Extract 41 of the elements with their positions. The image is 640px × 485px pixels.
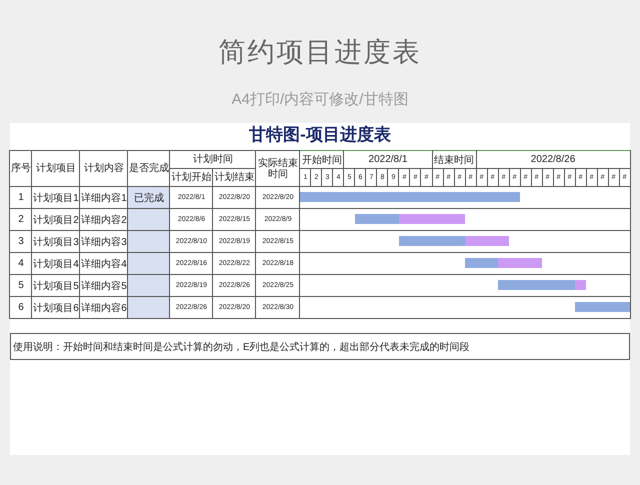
remaining-bar [465, 236, 510, 246]
header-cell: 计划结束 [212, 168, 256, 186]
page-title: 简约项目进度表 [218, 36, 422, 69]
header-cell: 结束时间 [432, 150, 476, 168]
status-cell [128, 252, 170, 274]
header-cell: 序号 [10, 150, 32, 186]
remaining-bar [498, 258, 542, 268]
table-cell: 计划项目5 [32, 274, 80, 296]
status-cell [128, 274, 170, 296]
status-cell [128, 296, 170, 318]
table-cell: 计划项目1 [32, 186, 80, 208]
table-cell: 4 [10, 252, 32, 274]
table-cell: 1 [10, 186, 32, 208]
completed-bar [399, 236, 466, 246]
status-cell [128, 230, 170, 252]
table-cell: 计划项目3 [32, 230, 80, 252]
remaining-bar [575, 280, 586, 290]
header-cell: 2022/8/1 [344, 150, 432, 168]
usage-note: 使用说明：开始时间和结束时间是公式计算的勿动，E列也是公式计算的，超出部分代表未完成的时间段 [10, 333, 630, 360]
remaining-bar [399, 214, 466, 224]
completed-bar [465, 258, 498, 268]
table-cell: 2 [10, 208, 32, 230]
page-subtitle: A4打印/内容可修改/甘特图 [232, 90, 408, 109]
status-cell [128, 208, 170, 230]
header-cell: 计划内容 [80, 150, 128, 186]
table-cell: 计划项目6 [32, 296, 80, 318]
table-cell: 计划项目2 [32, 208, 80, 230]
header-cell: 计划开始 [170, 168, 213, 186]
table-cell: 6 [10, 296, 32, 318]
table-cell: 3 [10, 230, 32, 252]
header-cell: 开始时间 [300, 150, 344, 168]
sheet-title: 甘特图-项目进度表 [249, 124, 391, 146]
table-cell: 计划项目4 [32, 252, 80, 274]
header-cell: 计划项目 [32, 150, 80, 186]
completed-bar [575, 302, 630, 312]
header-cell: 计划时间 [170, 150, 256, 168]
header-cell: 实际结束时间 [256, 150, 300, 186]
table-cell: 5 [10, 274, 32, 296]
header-cell: 2022/8/26 [476, 150, 630, 168]
status-cell: 已完成 [128, 186, 170, 208]
completed-bar [355, 214, 400, 224]
